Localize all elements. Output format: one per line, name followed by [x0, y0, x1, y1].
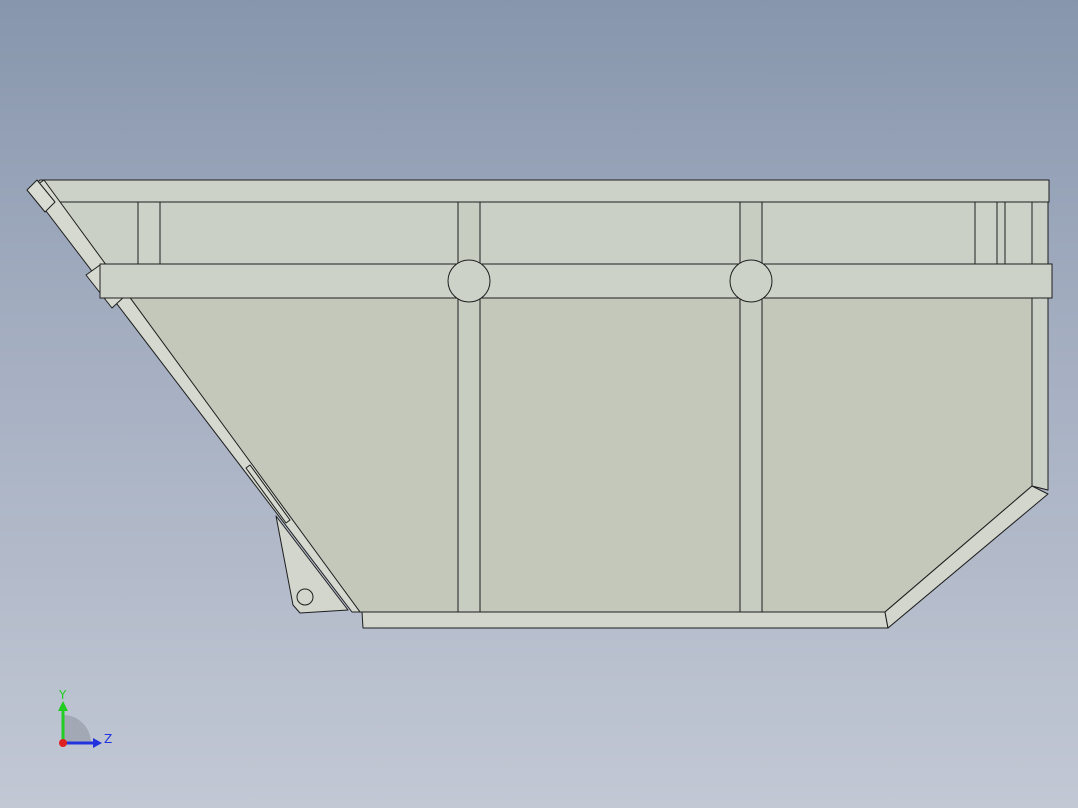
y-axis-arrow-icon: [58, 701, 68, 711]
horizontal-rail-front: [99, 263, 1053, 299]
stiffener-5: [1004, 201, 1033, 265]
lug-hole: [296, 588, 314, 606]
x-axis-origin-icon: [59, 739, 67, 747]
bottom-plate: [361, 611, 889, 629]
triad-plane-shade: [63, 715, 91, 743]
axis-triad: Y Z: [58, 688, 112, 748]
z-axis-arrow-icon: [93, 738, 102, 748]
y-axis-label: Y: [58, 688, 67, 702]
lifting-pin-2: [729, 259, 773, 303]
rear-post: [1031, 297, 1049, 491]
top-rim: [29, 179, 1050, 203]
z-axis-label: Z: [104, 732, 112, 746]
lifting-pin-1: [447, 259, 491, 303]
skip-container-model[interactable]: [0, 0, 1078, 808]
graphics-viewport[interactable]: Y Z: [0, 0, 1078, 808]
stiffener-1: [137, 201, 161, 265]
stiffener-4: [974, 201, 998, 265]
